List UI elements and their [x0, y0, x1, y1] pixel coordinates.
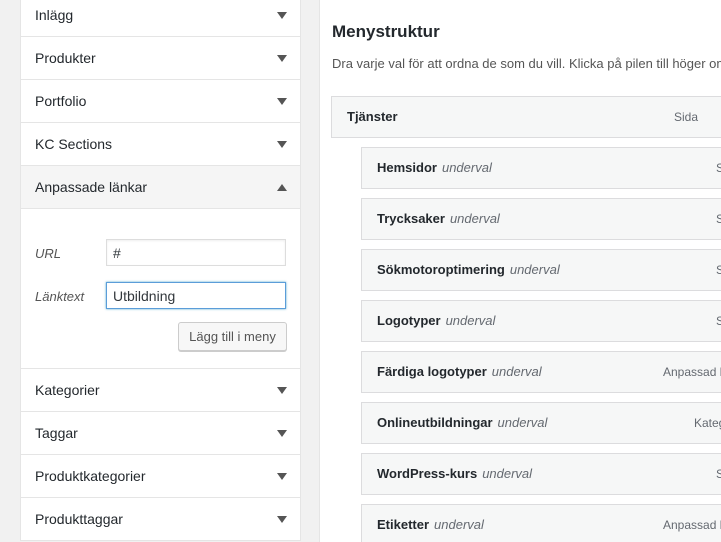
- section-label: Inlägg: [35, 7, 74, 23]
- link-text-label: Länktext: [35, 289, 85, 304]
- menu-item-sub[interactable]: Trycksaker underval S: [361, 198, 721, 240]
- menu-item-sub[interactable]: Sökmotoroptimering underval S: [361, 249, 721, 291]
- menu-structure-panel: Menystruktur Dra varje val för att ordna…: [319, 0, 721, 542]
- custom-links-form: URL Länktext Lägg till i meny: [21, 209, 300, 369]
- section-label: Kategorier: [35, 382, 100, 398]
- section-custom-links[interactable]: Anpassade länkar: [21, 166, 300, 209]
- section-label: Produktkategorier: [35, 468, 146, 484]
- menu-item-title: Trycksaker underval: [377, 199, 500, 239]
- menu-item-type: S: [716, 454, 721, 494]
- section-label: Produkter: [35, 50, 96, 66]
- arrow-down-icon: [277, 516, 287, 523]
- add-menu-items-panel: Inlägg Produkter Portfolio KC Sections A…: [20, 0, 301, 541]
- section-label: KC Sections: [35, 136, 113, 152]
- menu-item-sub-label: underval: [482, 466, 533, 481]
- menu-item-title: Hemsidor underval: [377, 148, 492, 188]
- menu-item-sub-label: underval: [434, 517, 484, 532]
- menu-item-sub-label: underval: [491, 364, 542, 379]
- arrow-down-icon: [277, 12, 287, 19]
- menu-item-title-text: Onlineutbildningar: [377, 415, 493, 430]
- menu-item-type: S: [716, 301, 721, 341]
- section-kategorier[interactable]: Kategorier: [21, 369, 300, 412]
- menu-item-sub-label: underval: [445, 313, 496, 328]
- menu-item-title: Etiketter underval: [377, 505, 484, 542]
- menu-item-title: Tjänster: [347, 109, 398, 124]
- menu-item-title-text: Hemsidor: [377, 160, 437, 175]
- menu-item-title: Sökmotoroptimering underval: [377, 250, 560, 290]
- menu-item-sub-label: underval: [449, 211, 500, 226]
- section-portfolio[interactable]: Portfolio: [21, 80, 300, 123]
- menu-item-title-text: Färdiga logotyper: [377, 364, 487, 379]
- arrow-up-icon: [277, 184, 287, 191]
- menu-item-title: Onlineutbildningar underval: [377, 403, 547, 443]
- section-produktkategorier[interactable]: Produktkategorier: [21, 455, 300, 498]
- url-label: URL: [35, 246, 62, 261]
- menu-item-title: Färdiga logotyper underval: [377, 352, 542, 392]
- menu-item-type: Kateg: [694, 416, 721, 430]
- menu-item-sub[interactable]: Logotyper underval S: [361, 300, 721, 342]
- menu-item-sub[interactable]: Etiketter underval Anpassad l: [361, 504, 721, 542]
- section-produkttaggar[interactable]: Produkttaggar: [21, 498, 300, 541]
- section-kc-sections[interactable]: KC Sections: [21, 123, 300, 166]
- menu-item-title: WordPress-kurs underval: [377, 454, 532, 494]
- menu-item-type: S: [716, 199, 721, 239]
- menu-item-title-text: Logotyper: [377, 313, 441, 328]
- arrow-down-icon: [277, 473, 287, 480]
- arrow-down-icon: [277, 430, 287, 437]
- menu-item-title-text: Sökmotoroptimering: [377, 262, 505, 277]
- menu-item-title-text: WordPress-kurs: [377, 466, 478, 481]
- menu-item-sub[interactable]: Hemsidor underval S: [361, 147, 721, 189]
- section-taggar[interactable]: Taggar: [21, 412, 300, 455]
- arrow-down-icon: [277, 141, 287, 148]
- menu-item-type: Sida: [674, 110, 699, 124]
- url-input[interactable]: [106, 239, 286, 266]
- menu-item-type: Anpassad l: [663, 365, 721, 379]
- menu-item-sub-label: underval: [441, 160, 492, 175]
- menu-structure-description: Dra varje val för att ordna de som du vi…: [332, 56, 721, 71]
- menu-item-title-text: Etiketter: [377, 517, 430, 532]
- menu-item-tjanster[interactable]: Tjänster Sida: [331, 96, 721, 138]
- arrow-down-icon: [277, 98, 287, 105]
- menu-item-sub-label: underval: [509, 262, 560, 277]
- section-label: Taggar: [35, 425, 78, 441]
- menu-item-type: S: [716, 148, 721, 188]
- section-label: Portfolio: [35, 93, 87, 109]
- menu-item-sub-label: underval: [497, 415, 548, 430]
- section-inlagg[interactable]: Inlägg: [21, 0, 300, 37]
- arrow-down-icon: [277, 55, 287, 62]
- section-produkter[interactable]: Produkter: [21, 37, 300, 80]
- menu-item-title-text: Trycksaker: [377, 211, 445, 226]
- menu-item-type: Anpassad l: [663, 518, 721, 532]
- menu-item-sub[interactable]: WordPress-kurs underval S: [361, 453, 721, 495]
- menu-structure-title: Menystruktur: [332, 22, 440, 41]
- menu-item-type: S: [716, 250, 721, 290]
- add-to-menu-button[interactable]: Lägg till i meny: [178, 322, 287, 351]
- menu-item-sub[interactable]: Färdiga logotyper underval Anpassad l: [361, 351, 721, 393]
- menu-item-sub[interactable]: Onlineutbildningar underval Kateg: [361, 402, 721, 444]
- link-text-input[interactable]: [106, 282, 286, 309]
- section-label: Anpassade länkar: [35, 179, 148, 195]
- arrow-down-icon: [277, 387, 287, 394]
- menu-item-title: Logotyper underval: [377, 301, 495, 341]
- section-label: Produkttaggar: [35, 511, 123, 527]
